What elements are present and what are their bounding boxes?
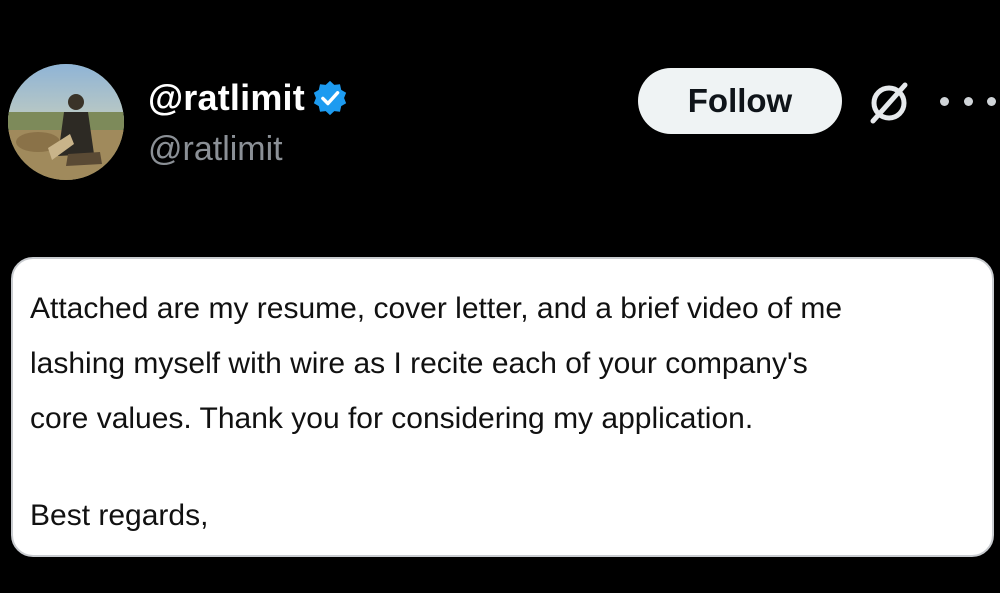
- more-options-icon[interactable]: [940, 86, 996, 116]
- name-row: @ratlimit: [148, 72, 349, 124]
- verified-badge-icon: [313, 80, 347, 116]
- card-line: lashing myself with wire as I recite eac…: [30, 347, 808, 380]
- card-text: Attached are my resume, cover letter, an…: [30, 281, 980, 543]
- avatar[interactable]: [8, 64, 124, 180]
- card-line: core values. Thank you for considering m…: [30, 402, 754, 435]
- handle[interactable]: @ratlimit: [148, 130, 283, 169]
- display-name[interactable]: @ratlimit: [148, 77, 305, 119]
- follow-button[interactable]: Follow: [638, 68, 842, 134]
- grok-icon[interactable]: [864, 78, 914, 128]
- card-line: Attached are my resume, cover letter, an…: [30, 292, 843, 325]
- closing-line: Best regards,: [30, 499, 209, 532]
- card-spacer: [30, 446, 980, 488]
- quoted-text-card: Attached are my resume, cover letter, an…: [11, 257, 994, 557]
- avatar-photo: [8, 64, 124, 180]
